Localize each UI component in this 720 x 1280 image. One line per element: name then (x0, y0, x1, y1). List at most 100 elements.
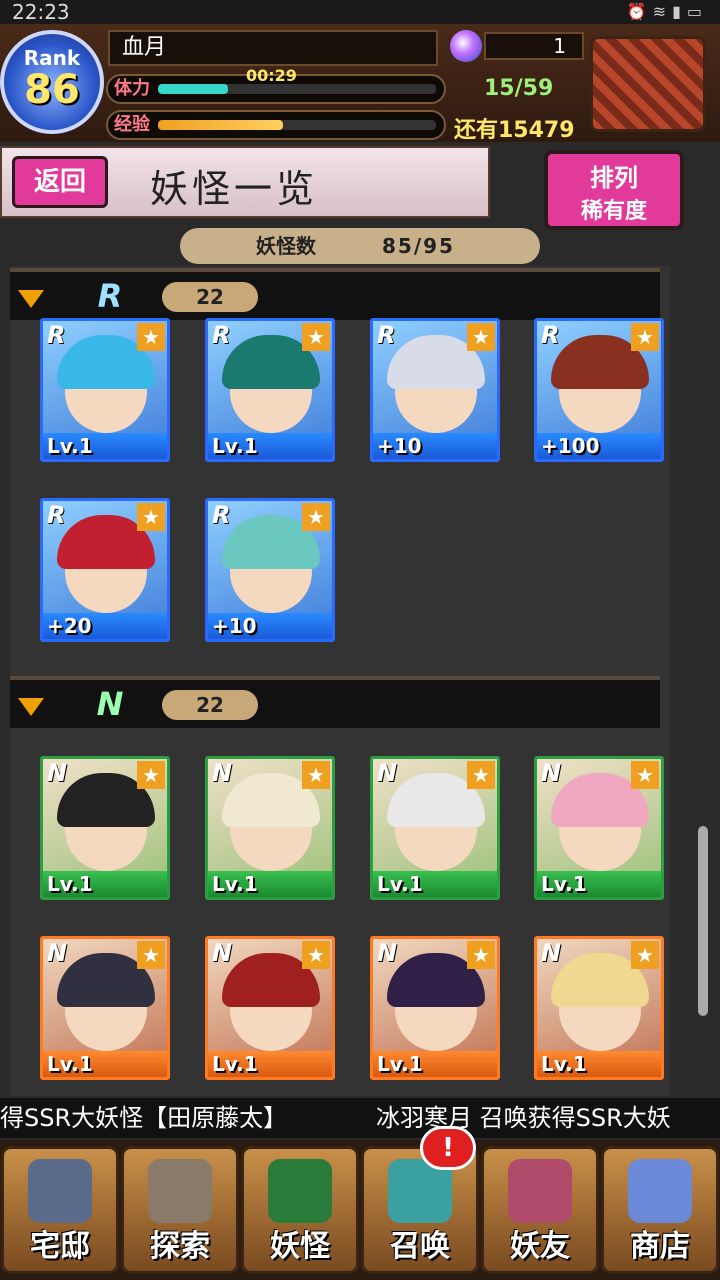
exp-remaining: 还有15479 (454, 118, 575, 143)
rarity-badge: R (97, 277, 123, 315)
monster-list[interactable]: R 22 N 22 R ★ Lv.1 R ★ Lv.1 R ★ +10 R ★ +100 R ★ +20 R ★… (10, 266, 670, 1096)
page-header: 返回 妖怪一览 (0, 146, 490, 218)
favorite-star-icon: ★ (631, 323, 659, 351)
rank-badge: Rank 86 (0, 30, 104, 134)
favorite-star-icon: ★ (137, 503, 165, 531)
card-level: Lv.1 (43, 871, 167, 897)
monster-card[interactable]: R ★ +10 (205, 498, 335, 642)
favorite-star-icon: ★ (631, 941, 659, 969)
card-rarity-badge: N (541, 939, 562, 967)
section-header-r[interactable]: R 22 (10, 268, 660, 320)
scroll-icon (268, 1159, 332, 1223)
section-count: 22 (162, 690, 258, 720)
card-level: +100 (537, 433, 661, 459)
ticker-text-right: 冰羽寒月 召唤获得SSR大妖 (376, 1104, 671, 1132)
card-rarity-badge: N (541, 759, 562, 787)
card-rarity-badge: R (212, 321, 231, 349)
card-level: Lv.1 (537, 871, 661, 897)
nav-label: 妖友 (510, 1229, 570, 1264)
favorite-star-icon: ★ (137, 941, 165, 969)
rank-value: 86 (24, 67, 80, 113)
monster-count-label: 妖怪数 (256, 234, 316, 258)
exp-label: 经验 (114, 114, 150, 135)
nav-button[interactable]: 妖怪 (241, 1146, 359, 1274)
bottom-nav: 宅邸 探索 妖怪 召唤 妖友 商店 (0, 1140, 720, 1280)
nav-label: 召唤 (390, 1229, 450, 1264)
battery-icon: ▭ (686, 2, 708, 21)
status-icons: ⏰≋▮▭ (627, 0, 708, 24)
monster-card[interactable]: N ★ Lv.1 (205, 756, 335, 900)
monster-card[interactable]: N ★ Lv.1 (370, 756, 500, 900)
nav-button[interactable]: 探索 (121, 1146, 239, 1274)
sort-label: 排列 (590, 164, 638, 192)
wifi-icon: ≋ (652, 2, 673, 21)
card-level: Lv.1 (208, 1051, 332, 1077)
card-level: +10 (208, 613, 332, 639)
card-level: Lv.1 (373, 871, 497, 897)
nav-button[interactable]: 商店 (601, 1146, 719, 1274)
monster-card[interactable]: R ★ Lv.1 (205, 318, 335, 462)
stamina-value: 15/59 (484, 76, 554, 101)
nav-label: 商店 (630, 1229, 690, 1264)
monster-card[interactable]: R ★ +20 (40, 498, 170, 642)
stamina-fill (158, 84, 228, 94)
favorite-star-icon: ★ (302, 503, 330, 531)
monster-card[interactable]: N ★ Lv.1 (534, 756, 664, 900)
rarity-badge: N (96, 685, 124, 723)
treasure-chest-icon[interactable] (590, 36, 706, 132)
favorite-star-icon: ★ (137, 761, 165, 789)
favorite-star-icon: ★ (467, 941, 495, 969)
nav-label: 宅邸 (30, 1229, 90, 1264)
card-level: +10 (373, 433, 497, 459)
gem-count: 1 (484, 32, 584, 60)
card-rarity-badge: N (377, 759, 398, 787)
player-name: 血月 (108, 30, 438, 66)
card-level: Lv.1 (208, 433, 332, 459)
favorite-star-icon: ★ (467, 761, 495, 789)
nav-label: 探索 (150, 1229, 210, 1264)
favorite-star-icon: ★ (137, 323, 165, 351)
card-rarity-badge: N (212, 939, 233, 967)
card-rarity-badge: R (541, 321, 560, 349)
mansion-icon (28, 1159, 92, 1223)
card-rarity-badge: N (47, 939, 68, 967)
alarm-icon: ⏰ (626, 2, 653, 21)
collapse-triangle-icon[interactable] (18, 698, 44, 716)
monster-card[interactable]: R ★ Lv.1 (40, 318, 170, 462)
page-title: 妖怪一览 (150, 167, 319, 211)
card-rarity-badge: R (47, 321, 66, 349)
scrollbar[interactable] (698, 826, 708, 1016)
exp-fill (158, 120, 284, 130)
monster-card[interactable]: R ★ +10 (370, 318, 500, 462)
exp-bar: 经验 (106, 110, 446, 140)
nav-button[interactable]: 宅邸 (1, 1146, 119, 1274)
sort-mode: 稀有度 (580, 199, 647, 224)
nav-button[interactable]: 妖友 (481, 1146, 599, 1274)
announcement-ticker: 得SSR大妖怪【田原藤太】 冰羽寒月 召唤获得SSR大妖 (0, 1098, 720, 1138)
magnifier-icon (148, 1159, 212, 1223)
monster-count-value: 85/95 (382, 234, 455, 258)
stamina-track (158, 84, 436, 94)
card-rarity-badge: N (47, 759, 68, 787)
monster-count-bar: 妖怪数 85/95 (180, 228, 540, 264)
monster-card[interactable]: N ★ Lv.1 (40, 936, 170, 1080)
collapse-triangle-icon[interactable] (18, 290, 44, 308)
card-level: Lv.1 (43, 433, 167, 459)
card-rarity-badge: R (47, 501, 66, 529)
back-button[interactable]: 返回 (12, 156, 108, 208)
favorite-star-icon: ★ (302, 941, 330, 969)
gem-orb-icon (450, 30, 482, 62)
monster-card[interactable]: N ★ Lv.1 (370, 936, 500, 1080)
monster-card[interactable]: N ★ Lv.1 (205, 936, 335, 1080)
card-rarity-badge: N (212, 759, 233, 787)
sort-button[interactable]: 排列 稀有度 (544, 150, 684, 230)
monster-card[interactable]: N ★ Lv.1 (40, 756, 170, 900)
monster-card[interactable]: N ★ Lv.1 (534, 936, 664, 1080)
section-header-n[interactable]: N 22 (10, 676, 660, 728)
section-count: 22 (162, 282, 258, 312)
stamina-label: 体力 (114, 78, 150, 99)
monster-card[interactable]: R ★ +100 (534, 318, 664, 462)
crystal-ball-icon (628, 1159, 692, 1223)
card-level: Lv.1 (373, 1051, 497, 1077)
signal-icon: ▮ (672, 2, 687, 21)
